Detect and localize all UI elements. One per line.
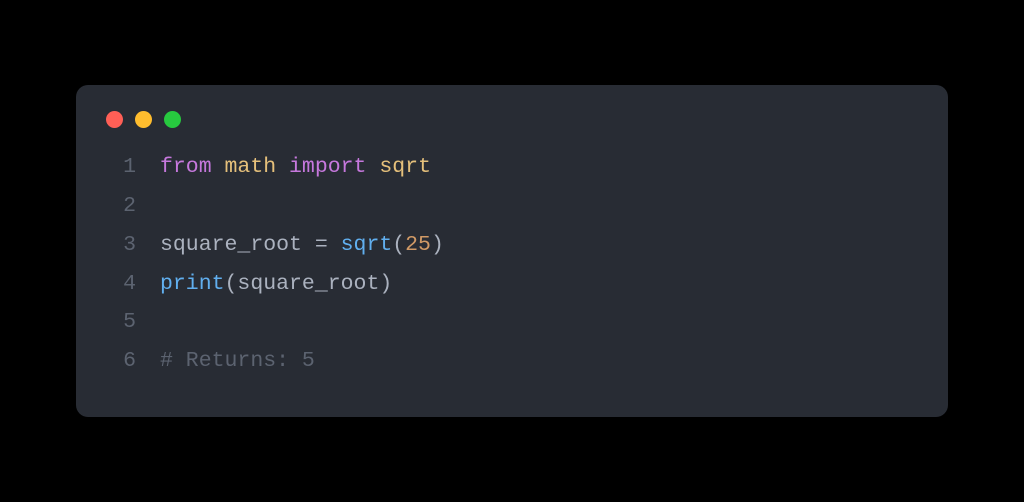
window-minimize-icon[interactable] <box>135 111 152 128</box>
code-token: ( <box>392 233 405 257</box>
code-token: sqrt <box>341 233 393 257</box>
code-line: 1 from math import sqrt <box>104 148 920 187</box>
code-content: square_root = sqrt(25) <box>160 226 444 265</box>
code-token: # Returns: 5 <box>160 349 315 373</box>
code-token: ) <box>379 272 392 296</box>
code-line: 6 # Returns: 5 <box>104 342 920 381</box>
code-block: 1 from math import sqrt 23 square_root = sq… <box>104 148 920 380</box>
code-token <box>276 155 289 179</box>
code-token <box>366 155 379 179</box>
code-token: math <box>225 155 277 179</box>
code-token <box>212 155 225 179</box>
code-token: square_root <box>160 233 315 257</box>
line-number: 6 <box>104 342 136 381</box>
code-window: 1 from math import sqrt 23 square_root = sq… <box>76 85 948 416</box>
code-content: # Returns: 5 <box>160 342 315 381</box>
code-token: ( <box>225 272 238 296</box>
line-number: 1 <box>104 148 136 187</box>
window-close-icon[interactable] <box>106 111 123 128</box>
line-number: 3 <box>104 226 136 265</box>
code-token: print <box>160 272 225 296</box>
line-number: 5 <box>104 303 136 342</box>
line-number: 2 <box>104 187 136 226</box>
code-line: 4 print(square_root) <box>104 265 920 304</box>
code-line: 3 square_root = sqrt(25) <box>104 226 920 265</box>
window-zoom-icon[interactable] <box>164 111 181 128</box>
code-token: ) <box>431 233 444 257</box>
code-token: 25 <box>405 233 431 257</box>
code-content: print(square_root) <box>160 265 392 304</box>
code-line: 2 <box>104 187 920 226</box>
code-line: 5 <box>104 303 920 342</box>
window-traffic-lights <box>104 111 920 128</box>
code-token: square_root <box>237 272 379 296</box>
code-token: = <box>315 233 341 257</box>
line-number: 4 <box>104 265 136 304</box>
code-token: from <box>160 155 212 179</box>
code-content: from math import sqrt <box>160 148 431 187</box>
code-token: sqrt <box>379 155 431 179</box>
code-token: import <box>289 155 366 179</box>
